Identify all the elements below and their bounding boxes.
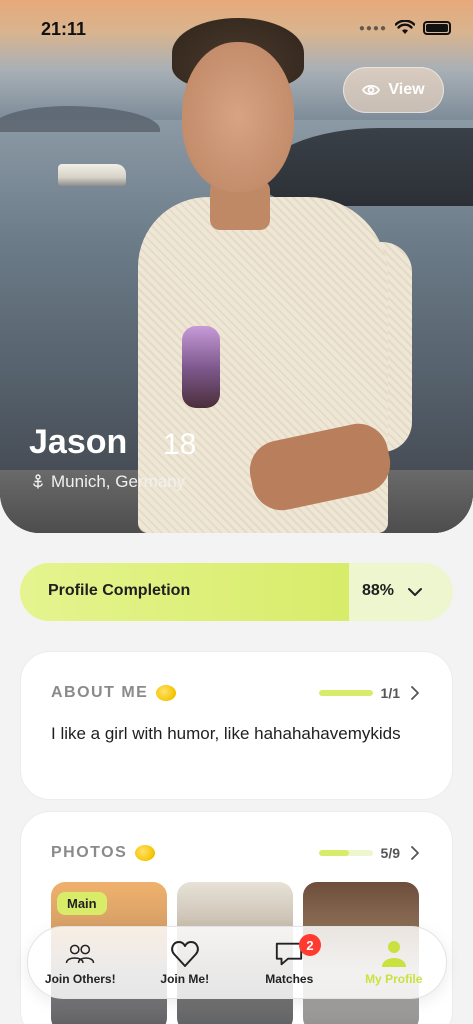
photos-header: PHOTOS (51, 844, 156, 862)
about-progress-fill (318, 690, 373, 696)
profile-location: Munich, Germany (31, 472, 185, 492)
photos-progress-track (318, 850, 373, 856)
tab-join-me[interactable]: Join Me! (133, 927, 238, 998)
about-progress-text: 1/1 (380, 685, 400, 701)
about-me-title: ABOUT ME (51, 684, 149, 701)
about-progress: 1/1 (318, 685, 422, 701)
main-photo-badge: Main (57, 892, 107, 915)
tab-label: Matches (265, 971, 314, 986)
tab-label: Join Me! (160, 971, 210, 986)
chevron-down-icon[interactable] (405, 582, 425, 602)
profile-hero: 21:11 ●●●● View Jason 18 Munich, Germany (0, 0, 473, 533)
signal-icon: ●●●● (358, 22, 387, 34)
bottom-tab-bar: Join Others! Join Me! Matches 2 My Profi… (27, 926, 452, 999)
completion-label: Profile Completion (48, 582, 191, 599)
tab-matches[interactable]: Matches 2 (237, 927, 342, 998)
heart-icon (170, 940, 199, 967)
chevron-right-icon[interactable] (408, 686, 422, 700)
about-me-header: ABOUT ME (51, 684, 177, 702)
chevron-right-icon[interactable] (408, 846, 422, 860)
tab-my-profile[interactable]: My Profile (342, 927, 452, 998)
photos-progress-text: 5/9 (380, 845, 400, 861)
photos-progress-fill (318, 850, 349, 856)
profile-age: 18 (163, 428, 197, 461)
tab-join-others[interactable]: Join Others! (28, 927, 133, 998)
anchor-icon (33, 474, 43, 489)
location-text: Munich, Germany (51, 472, 186, 491)
view-label: View (388, 81, 425, 98)
about-me-text: I like a girl with humor, like hahahahav… (51, 724, 401, 743)
status-icons: ●●●● (359, 20, 451, 36)
sunglasses (182, 326, 220, 408)
battery-icon (423, 21, 451, 35)
tab-label: Join Others! (44, 971, 116, 986)
lemon-icon (156, 685, 177, 701)
photos-progress: 5/9 (318, 845, 422, 861)
view-profile-button[interactable]: View (343, 67, 444, 113)
lemon-icon (135, 845, 156, 861)
eye-icon (362, 84, 381, 96)
person-icon (381, 940, 406, 967)
tab-label: My Profile (365, 971, 423, 986)
status-time: 21:11 (41, 19, 87, 39)
photos-title: PHOTOS (51, 844, 128, 861)
about-progress-track (318, 690, 373, 696)
profile-name: Jason (29, 423, 128, 461)
completion-percent: 88% (361, 582, 394, 599)
profile-completion-bar[interactable]: Profile Completion 88% (20, 563, 453, 621)
wifi-icon (395, 20, 415, 34)
about-me-card[interactable]: ABOUT ME 1/1 I like a girl with humor, l… (20, 651, 453, 800)
matches-count-badge: 2 (299, 934, 321, 956)
people-icon (66, 944, 95, 963)
